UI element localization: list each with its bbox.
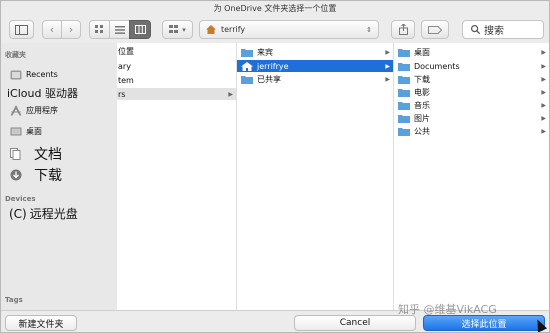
search-field[interactable]: 搜索	[462, 20, 544, 39]
sidebar-toggle-button[interactable]	[9, 20, 34, 39]
sidebar-item-documents[interactable]: 文档	[9, 144, 62, 164]
chevron-right-icon: ›	[68, 23, 74, 36]
new-folder-button[interactable]: 新建文件夹	[5, 315, 77, 331]
chevron-right-icon: ▶	[385, 62, 390, 70]
list-item[interactable]: 位置	[117, 45, 236, 57]
chevron-right-icon: ▶	[541, 75, 546, 83]
group-grid-icon	[169, 25, 179, 33]
chevron-right-icon: ▶	[385, 75, 390, 83]
folder-icon	[241, 48, 253, 57]
grid-icon	[95, 25, 103, 33]
column-2: 来宾 ▶ jerrifrye ▶ 已共享 ▶	[237, 43, 394, 310]
search-icon	[471, 25, 480, 34]
downloads-icon	[9, 169, 22, 181]
watermark: 知乎 @维基VikACG	[398, 303, 497, 316]
folder-item[interactable]: 音乐 ▶	[394, 99, 549, 111]
folder-item[interactable]: 图片 ▶	[394, 112, 549, 124]
folder-item[interactable]: 电影 ▶	[394, 86, 549, 98]
share-button[interactable]	[391, 20, 415, 39]
view-mode-switcher	[89, 20, 151, 39]
file-picker-window: 为 OneDrive 文件夹选择一个位置 ‹ › ▾ terrify ⇕ 搜索 …	[0, 0, 550, 333]
nav-back-forward: ‹ ›	[42, 20, 81, 39]
folder-item[interactable]: 下载 ▶	[394, 73, 549, 85]
share-icon	[398, 24, 408, 35]
folder-item[interactable]: 桌面 ▶	[394, 46, 549, 58]
list-item[interactable]: tem	[117, 74, 236, 86]
chevron-right-icon: ▶	[541, 48, 546, 56]
sidebar-item-applications[interactable]: 应用程序	[9, 105, 58, 116]
columns-icon	[134, 25, 146, 34]
folder-icon	[398, 127, 410, 136]
remote-disc-icon: (C)	[9, 206, 27, 221]
column-3: 桌面 ▶ Documents ▶ 下载 ▶ 电影 ▶ 音乐 ▶ 图片 ▶ 公共 …	[394, 43, 549, 310]
updown-chevron-icon: ⇕	[366, 25, 372, 34]
search-placeholder: 搜索	[484, 26, 504, 37]
sidebar-item-remote-disc[interactable]: (C) 远程光盘	[9, 205, 78, 222]
chevron-right-icon: ▶	[541, 88, 546, 96]
folder-item[interactable]: 已共享 ▶	[237, 73, 393, 85]
chevron-down-icon: ▾	[182, 25, 186, 34]
desktop-icon	[9, 126, 22, 137]
home-folder-icon	[241, 61, 253, 71]
folder-icon	[398, 114, 410, 123]
tags-header: Tags	[5, 296, 23, 304]
folder-icon	[398, 101, 410, 110]
sidebar-item-downloads[interactable]: 下载	[9, 165, 62, 185]
sidebar-item-recents[interactable]: Recents	[9, 69, 58, 80]
recents-icon	[9, 69, 22, 80]
chevron-right-icon: ▶	[228, 90, 233, 98]
choose-location-button[interactable]: 选择此位置	[423, 315, 545, 331]
folder-item-selected[interactable]: jerrifrye ▶	[237, 60, 393, 72]
back-button[interactable]: ‹	[42, 20, 62, 39]
chevron-right-icon: ▶	[541, 127, 546, 135]
folder-icon	[398, 62, 410, 71]
folder-icon	[398, 75, 410, 84]
folder-item[interactable]: Documents ▶	[394, 60, 549, 72]
documents-icon	[9, 148, 22, 160]
sidebar-item-icloud[interactable]: iCloud 驱动器	[7, 85, 78, 101]
folder-icon	[398, 48, 410, 57]
column-view-button[interactable]	[129, 20, 151, 39]
cancel-button[interactable]: Cancel	[294, 315, 416, 331]
column-browser: 位置 ary tem rs ▶ 来宾 ▶ jerrifrye ▶ 已共享 ▶ 桌…	[117, 43, 549, 310]
tag-icon	[428, 25, 442, 34]
list-item[interactable]: ary	[117, 60, 236, 72]
path-folder-name: terrify	[221, 25, 246, 34]
home-icon	[206, 25, 216, 34]
chevron-right-icon: ▶	[385, 48, 390, 56]
toolbar: ‹ › ▾ terrify ⇕ 搜索	[1, 17, 549, 43]
folder-icon	[241, 75, 253, 84]
sidebar-item-desktop[interactable]: 桌面	[9, 126, 42, 137]
chevron-left-icon: ‹	[49, 23, 55, 36]
tag-button[interactable]	[421, 20, 449, 39]
devices-header: Devices	[5, 195, 36, 203]
sidebar: 收藏夹 Recents iCloud 驱动器 应用程序 桌面 文档 下载 Dev…	[1, 43, 117, 310]
list-view-button[interactable]	[109, 20, 130, 39]
sidebar-icon	[15, 24, 28, 35]
folder-icon	[398, 88, 410, 97]
applications-icon	[9, 105, 22, 116]
list-item-selected[interactable]: rs ▶	[117, 88, 236, 100]
folder-item[interactable]: 来宾 ▶	[237, 46, 393, 58]
window-title: 为 OneDrive 文件夹选择一个位置	[213, 4, 337, 13]
forward-button[interactable]: ›	[61, 20, 81, 39]
chevron-right-icon: ▶	[541, 114, 546, 122]
path-popup[interactable]: terrify ⇕	[199, 20, 379, 39]
column-1: 位置 ary tem rs ▶	[117, 43, 237, 310]
list-icon	[114, 25, 125, 34]
favorites-header: 收藏夹	[5, 51, 26, 59]
icon-view-button[interactable]	[89, 20, 110, 39]
folder-item[interactable]: 公共 ▶	[394, 125, 549, 137]
group-by-button[interactable]: ▾	[162, 20, 193, 39]
chevron-right-icon: ▶	[541, 62, 546, 70]
chevron-right-icon: ▶	[541, 101, 546, 109]
